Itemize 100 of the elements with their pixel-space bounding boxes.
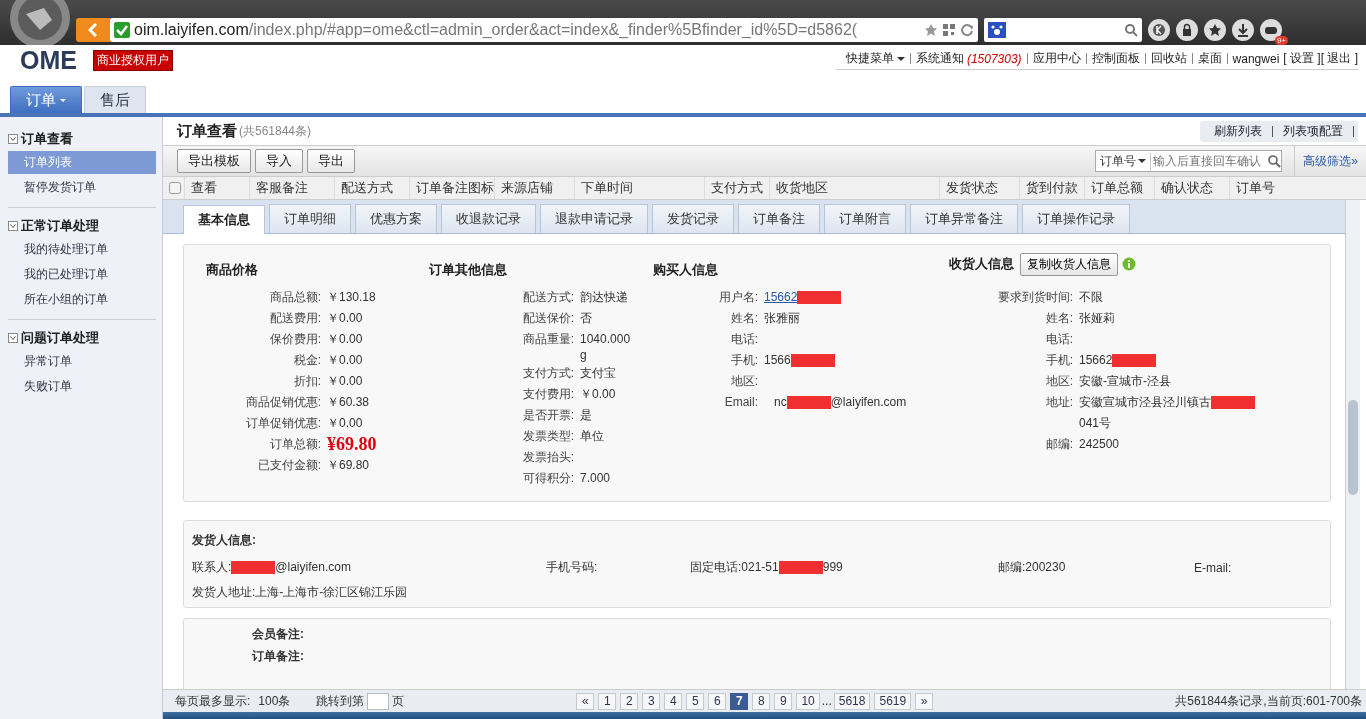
sidebar-item[interactable]: 异常订单: [8, 350, 156, 373]
toolbar-button[interactable]: 导出: [307, 149, 355, 173]
column-header[interactable]: 下单时间: [575, 177, 705, 199]
header-link[interactable]: 控制面板: [1091, 50, 1140, 67]
per-page-label: 每页最多显示:: [175, 692, 251, 710]
action-link[interactable]: 列表项配置: [1273, 122, 1353, 140]
page-button[interactable]: 9: [774, 692, 793, 710]
detail-tab[interactable]: 订单操作记录: [1022, 204, 1130, 233]
detail-tab[interactable]: 收退款记录: [441, 204, 536, 233]
header-link[interactable]: 应用中心: [1032, 50, 1081, 67]
page-button[interactable]: 6: [708, 692, 727, 710]
page-button[interactable]: 1: [598, 692, 617, 710]
refresh-icon[interactable]: [960, 22, 974, 37]
field-label: 手机号码:: [546, 559, 598, 576]
checkbox[interactable]: [169, 182, 181, 194]
header-link[interactable]: 桌面: [1197, 50, 1222, 67]
detail-tab[interactable]: 订单附言: [824, 204, 906, 233]
toolbar-button[interactable]: 导出模板: [177, 149, 251, 173]
field-label: 支付费用:: [521, 386, 575, 403]
sidebar-item[interactable]: 我的已处理订单: [8, 263, 156, 286]
copy-button[interactable]: 复制收货人信息: [1020, 252, 1118, 276]
page-button[interactable]: 4: [664, 692, 683, 710]
column-header[interactable]: 来源店铺: [495, 177, 575, 199]
notification-count: (1507303): [966, 51, 1022, 66]
sidebar-item[interactable]: 暂停发货订单: [8, 176, 156, 199]
column-header[interactable]: 订单总额: [1085, 177, 1155, 199]
field-label: 邮编:: [1044, 436, 1074, 453]
page-button[interactable]: 5: [686, 692, 705, 710]
scrollbar[interactable]: [1345, 200, 1360, 689]
app-logo: OME: [20, 45, 77, 75]
collapse-toggle-icon[interactable]: [8, 221, 18, 231]
page-input[interactable]: [367, 692, 390, 710]
url-text: oim.laiyifen.com/index.php/#app=ome&ctl=admin_order&act=index&_finder%5Bfinder_id%5D=d5862(: [134, 20, 859, 39]
column-header[interactable]: 确认状态: [1155, 177, 1230, 199]
section-title: 购买人信息: [653, 261, 718, 279]
page-button[interactable]: «: [576, 692, 595, 710]
detail-tab[interactable]: 订单明细: [269, 204, 351, 233]
page-button[interactable]: 8: [752, 692, 771, 710]
column-header[interactable]: 货到付款: [1020, 177, 1085, 199]
page-button[interactable]: 10: [796, 692, 820, 710]
user-link[interactable]: 15662: [764, 287, 798, 308]
column-header[interactable]: 配送方式: [335, 177, 410, 199]
nav-tab[interactable]: 售后: [84, 86, 146, 113]
field-label: 发票类型:: [521, 428, 575, 445]
star-icon[interactable]: [924, 22, 938, 37]
sidebar-item[interactable]: 我的待处理订单: [8, 238, 156, 261]
detail-tab[interactable]: 退款申请记录: [540, 204, 648, 233]
search-field[interactable]: [984, 17, 1142, 42]
field-label: 支付方式:: [521, 365, 575, 382]
header-link[interactable]: [ 退出 ]: [1320, 50, 1358, 67]
sidebar-item[interactable]: 失败订单: [8, 375, 156, 398]
sidebar-item[interactable]: 所在小组的订单: [8, 288, 156, 311]
page-button[interactable]: 5618: [833, 692, 871, 710]
address-bar[interactable]: oim.laiyifen.com/index.php/#app=ome&ctl=admin_order&act=index&_finder%5Bfinder_id%5D=d5862(: [110, 17, 978, 42]
header-link[interactable]: 系统通知: [915, 50, 964, 67]
collapse-toggle-icon[interactable]: [8, 333, 18, 343]
field-label: 发票抬头:: [521, 449, 575, 466]
page-button[interactable]: 2: [620, 692, 639, 710]
search-icon[interactable]: [1124, 22, 1138, 37]
action-link[interactable]: 刷新列表: [1204, 122, 1272, 140]
header-link[interactable]: [ 设置 ]: [1283, 50, 1321, 67]
license-badge: 商业授权用户: [92, 49, 173, 71]
field-value: 041号: [1079, 415, 1112, 432]
field-select[interactable]: 订单号: [1100, 152, 1137, 170]
detail-tab[interactable]: 订单备注: [738, 204, 820, 233]
qr-code-icon[interactable]: [942, 22, 956, 37]
quick-menu[interactable]: 快捷菜单: [845, 50, 905, 67]
k-letter-icon[interactable]: [1151, 21, 1167, 38]
column-header[interactable]: 支付方式: [705, 177, 770, 199]
detail-tab[interactable]: 发货记录: [652, 204, 734, 233]
field-label: Email:: [723, 394, 759, 411]
page-button[interactable]: 5619: [874, 692, 912, 710]
search-icon[interactable]: [1267, 154, 1282, 168]
detail-tab[interactable]: 优惠方案: [355, 204, 437, 233]
scrollbar-thumb[interactable]: [1348, 400, 1358, 495]
column-header[interactable]: 订单备注图标: [410, 177, 495, 199]
back-button[interactable]: [76, 17, 110, 42]
page-button[interactable]: 7: [730, 692, 749, 710]
column-header[interactable]: 收货地区: [770, 177, 940, 199]
page-button[interactable]: 3: [642, 692, 661, 710]
search-field[interactable]: 订单号 输入后直接回车确认: [1095, 150, 1283, 172]
nav-tab[interactable]: 订单: [10, 86, 82, 113]
download-icon[interactable]: [1235, 21, 1251, 38]
column-header[interactable]: 查看: [185, 177, 250, 199]
collapse-toggle-icon[interactable]: [8, 134, 18, 144]
field-value: 1040.000 g: [580, 331, 632, 363]
column-header[interactable]: 订单号: [1230, 177, 1366, 199]
field-label: 商品总额:: [268, 289, 322, 306]
column-header[interactable]: 客服备注: [250, 177, 335, 199]
advanced-filter-link[interactable]: 高级筛选»: [1294, 146, 1366, 176]
toolbar-button[interactable]: 导入: [255, 149, 303, 173]
detail-tab[interactable]: 基本信息: [183, 205, 265, 234]
detail-tab[interactable]: 订单异常备注: [910, 204, 1018, 233]
check-icon: [114, 21, 130, 38]
header-link[interactable]: 回收站: [1150, 50, 1187, 67]
page-button[interactable]: »: [915, 692, 934, 710]
jump-suffix: 页: [392, 692, 405, 710]
field-label: 电话:: [729, 331, 759, 348]
caret-icon[interactable]: [60, 98, 66, 102]
column-header[interactable]: 发货状态: [940, 177, 1020, 199]
